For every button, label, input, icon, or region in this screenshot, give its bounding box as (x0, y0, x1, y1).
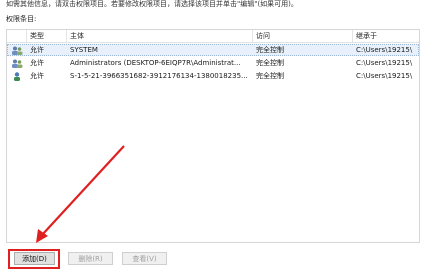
users-group-icon (7, 57, 27, 69)
entry-type: 允许 (30, 46, 44, 54)
entry-inherited-from: C:\Users\19215\ (356, 72, 413, 80)
view-button[interactable]: 查看(V) (122, 252, 167, 265)
column-access-header[interactable]: 访问 (253, 30, 353, 42)
entry-inherited-from: C:\Users\19215\ (356, 46, 413, 54)
entry-type: 允许 (30, 72, 44, 80)
table-row[interactable]: 允许 Administrators (DESKTOP-6EIQP7R\Admin… (7, 57, 419, 69)
add-button-highlight (8, 249, 60, 269)
column-icon-header (7, 30, 27, 42)
list-header: 类型 主体 访问 继承于 (7, 30, 419, 43)
remove-button[interactable]: 删除(R) (68, 252, 113, 265)
entry-principal: S-1-5-21-3966351682-3912176134-138001823… (70, 72, 248, 80)
table-row[interactable]: 允许 S-1-5-21-3966351682-3912176134-138001… (7, 70, 419, 82)
permission-entries-label: 权限条目: (6, 15, 37, 23)
column-principal-header[interactable]: 主体 (67, 30, 253, 42)
instruction-text: 如需其他信息，请双击权限项目。若要修改权限项目，请选择该项目并单击"编辑"(如果… (6, 0, 298, 8)
entry-inherited-from: C:\Users\19215\ (356, 59, 413, 67)
entry-access: 完全控制 (256, 72, 284, 80)
user-icon (7, 70, 27, 82)
column-type-header[interactable]: 类型 (27, 30, 67, 42)
column-inherited-header[interactable]: 继承于 (353, 30, 421, 42)
entry-type: 允许 (30, 59, 44, 67)
entry-access: 完全控制 (256, 46, 284, 54)
entry-access: 完全控制 (256, 59, 284, 67)
table-row[interactable]: 允许 SYSTEM 完全控制 C:\Users\19215\ (7, 44, 419, 56)
users-group-icon (7, 44, 27, 56)
entry-principal: Administrators (DESKTOP-6EIQP7R\Administ… (70, 59, 241, 67)
entry-principal: SYSTEM (70, 46, 98, 54)
permission-entries-list[interactable]: 类型 主体 访问 继承于 允许 SYSTEM 完全控制 C:\Users\192… (6, 29, 420, 243)
